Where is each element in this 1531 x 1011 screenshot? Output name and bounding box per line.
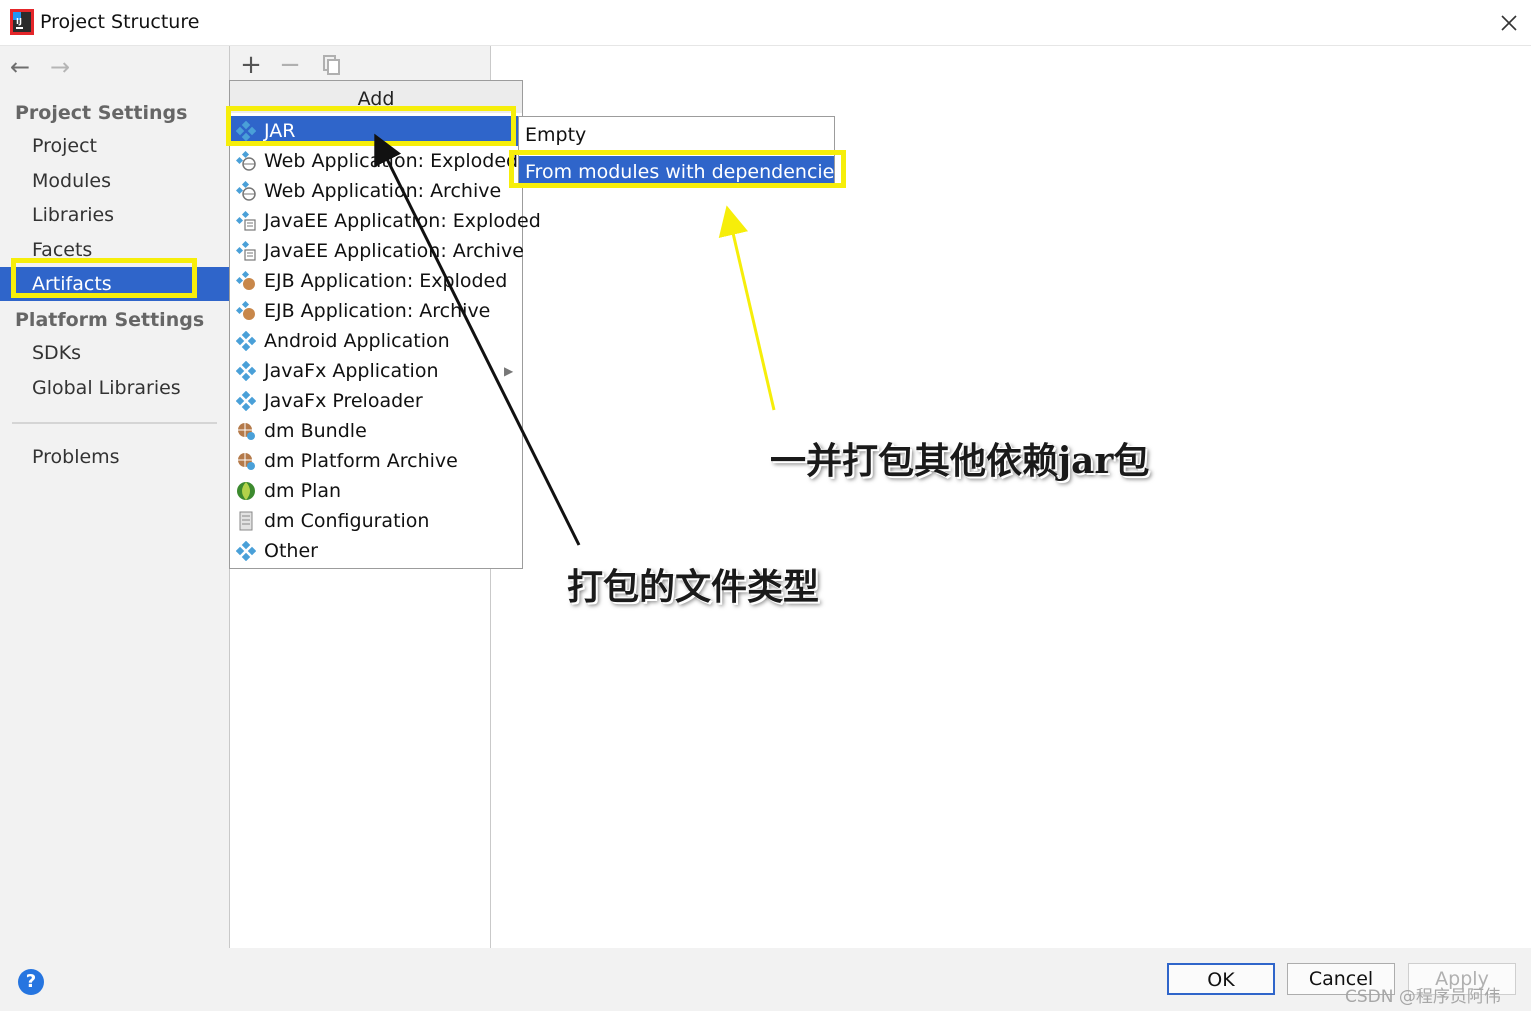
highlight-from-modules — [509, 150, 846, 188]
submenu-item-empty[interactable]: Empty — [519, 119, 834, 151]
javaee-artifact-icon — [236, 241, 256, 261]
menu-item-label: Web Application: Exploded — [264, 150, 519, 172]
menu-item-label: Other — [264, 540, 318, 562]
intellij-logo-icon: IJ — [10, 9, 34, 35]
add-button[interactable]: + — [236, 50, 266, 80]
menu-item-javaee-application-exploded[interactable]: JavaEE Application: Exploded — [230, 206, 541, 236]
dm-bundle-icon — [238, 423, 255, 440]
menu-item-javaee-application-archive[interactable]: JavaEE Application: Archive — [230, 236, 524, 266]
sidebar-item-libraries[interactable]: Libraries — [0, 198, 229, 232]
dm-bundle-icon — [238, 453, 255, 470]
menu-item-javafx-application[interactable]: JavaFx Application ▶ — [230, 356, 522, 386]
sidebar-item-global-libraries[interactable]: Global Libraries — [0, 371, 229, 405]
sidebar-item-problems[interactable]: Problems — [0, 440, 229, 474]
remove-button[interactable]: − — [275, 50, 305, 80]
close-icon[interactable] — [1494, 8, 1524, 38]
menu-item-ejb-application-archive[interactable]: EJB Application: Archive — [230, 296, 522, 326]
title-bar: IJ Project Structure — [0, 0, 1531, 46]
menu-item-android-application[interactable]: Android Application — [230, 326, 522, 356]
menu-item-label: dm Bundle — [264, 420, 367, 442]
menu-item-dm-configuration[interactable]: dm Configuration — [230, 506, 522, 536]
menu-item-label: EJB Application: Archive — [264, 300, 491, 322]
artifact-icon — [236, 391, 256, 411]
menu-item-dm-plan[interactable]: dm Plan — [230, 476, 522, 506]
copy-icon[interactable] — [316, 50, 346, 80]
file-type-annotation: 打包的文件类型 — [567, 566, 820, 608]
watermark: CSDN @程序员阿伟 — [1345, 987, 1501, 1007]
sidebar-item-modules[interactable]: Modules — [0, 164, 229, 198]
submenu-arrow-icon: ▶ — [504, 364, 514, 378]
window-title: Project Structure — [40, 11, 200, 33]
menu-item-web-application-exploded[interactable]: Web Application: Exploded — [230, 146, 522, 176]
menu-item-label: dm Configuration — [264, 510, 430, 532]
artifact-icon — [236, 541, 256, 561]
menu-item-ejb-application-exploded[interactable]: EJB Application: Exploded — [230, 266, 522, 296]
highlight-artifacts — [11, 258, 197, 298]
sidebar-divider — [12, 422, 217, 424]
web-artifact-icon — [236, 181, 256, 201]
menu-item-label: JavaEE Application: Archive — [264, 240, 524, 262]
settings-sidebar: ← → Project Settings Project Modules Lib… — [0, 46, 229, 948]
svg-text:IJ: IJ — [16, 17, 22, 26]
arrow-right-icon[interactable]: → — [50, 55, 70, 79]
menu-item-label: JavaFx Preloader — [264, 390, 423, 412]
sidebar-item-sdks[interactable]: SDKs — [0, 336, 229, 370]
help-icon[interactable]: ? — [18, 969, 44, 995]
menu-item-label: JavaEE Application: Exploded — [264, 210, 541, 232]
dependencies-annotation: 一并打包其他依赖jar包 — [770, 440, 1150, 482]
artifact-icon — [236, 331, 256, 351]
menu-item-label: Web Application: Archive — [264, 180, 502, 202]
artifact-icon — [236, 361, 256, 381]
menu-item-dm-bundle[interactable]: dm Bundle — [230, 416, 522, 446]
sidebar-item-project[interactable]: Project — [0, 129, 229, 163]
add-artifact-menu: Add JAR Web Application: Exploded Web Appl… — [229, 80, 541, 569]
menu-item-label: dm Plan — [264, 480, 342, 502]
menu-item-web-application-archive[interactable]: Web Application: Archive — [230, 176, 522, 206]
highlight-jar — [226, 106, 516, 146]
menu-item-label: dm Platform Archive — [264, 450, 458, 472]
javaee-artifact-icon — [236, 211, 256, 231]
dialog-footer: ? OK Cancel Apply — [0, 948, 1531, 1011]
menu-item-label: Android Application — [264, 330, 450, 352]
menu-item-javafx-preloader[interactable]: JavaFx Preloader — [230, 386, 522, 416]
platform-settings-header: Platform Settings — [15, 309, 205, 331]
dm-plan-icon — [237, 482, 255, 500]
menu-item-dm-platform-archive[interactable]: dm Platform Archive — [230, 446, 522, 476]
menu-item-label: JavaFx Application — [264, 360, 439, 382]
ejb-artifact-icon — [236, 301, 255, 320]
menu-item-label: EJB Application: Exploded — [264, 270, 508, 292]
web-artifact-icon — [236, 151, 256, 171]
ok-button[interactable]: OK — [1167, 963, 1275, 995]
ejb-artifact-icon — [236, 271, 255, 290]
project-settings-header: Project Settings — [15, 102, 188, 124]
arrow-left-icon[interactable]: ← — [10, 55, 30, 79]
menu-item-other[interactable]: Other — [230, 536, 522, 566]
dm-config-icon — [239, 511, 253, 531]
